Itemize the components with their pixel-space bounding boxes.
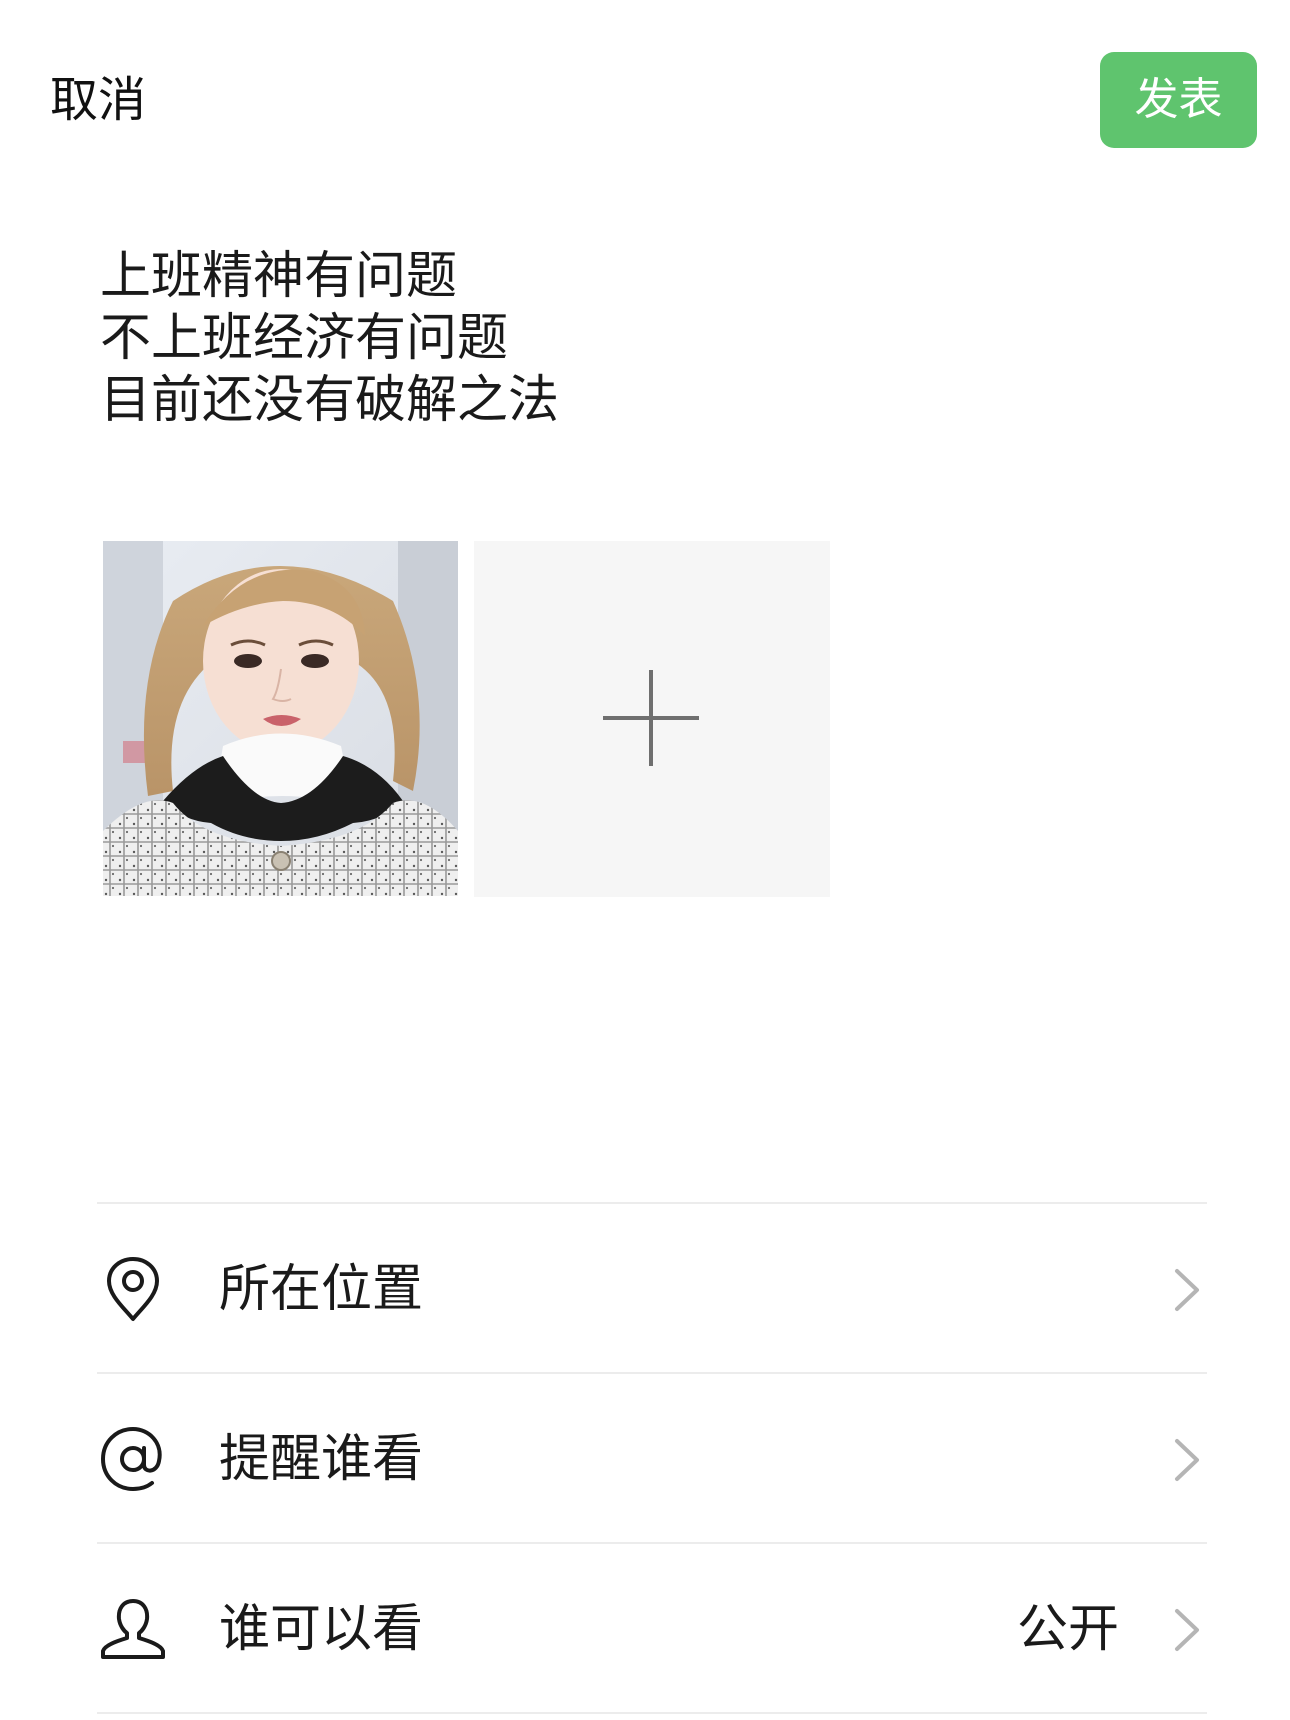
divider [97, 1372, 1207, 1374]
selfie-photo [103, 541, 458, 896]
post-text-line: 目前还没有破解之法 [100, 371, 560, 430]
visibility-value: 公开 [1016, 1600, 1119, 1659]
divider [97, 1542, 1207, 1544]
location-pin-icon [107, 1257, 159, 1321]
post-text-line: 不上班经济有问题 [100, 309, 509, 368]
option-label: 谁可以看 [219, 1600, 424, 1659]
add-photo-button[interactable] [474, 541, 830, 897]
cancel-button[interactable]: 取消 [50, 72, 146, 128]
option-row-visibility[interactable]: 谁可以看 公开 [97, 1545, 1207, 1713]
chevron-right-icon [1175, 1609, 1199, 1651]
at-sign-icon [100, 1426, 162, 1492]
option-row-location[interactable]: 所在位置 [97, 1205, 1207, 1373]
person-icon [101, 1599, 165, 1659]
post-text-area[interactable]: 上班精神有问题 不上班经济有问题 目前还没有破解之法 [100, 246, 1100, 432]
chevron-right-icon [1175, 1439, 1199, 1481]
plus-icon [603, 670, 699, 766]
publish-button[interactable]: 发表 [1100, 52, 1257, 148]
divider [97, 1202, 1207, 1204]
post-text-line: 上班精神有问题 [100, 247, 458, 306]
option-row-mention[interactable]: 提醒谁看 [97, 1375, 1207, 1543]
divider [97, 1712, 1207, 1714]
chevron-right-icon [1175, 1269, 1199, 1311]
option-label: 所在位置 [219, 1260, 424, 1319]
option-label: 提醒谁看 [219, 1430, 424, 1489]
attached-photo-thumbnail[interactable] [103, 541, 458, 896]
